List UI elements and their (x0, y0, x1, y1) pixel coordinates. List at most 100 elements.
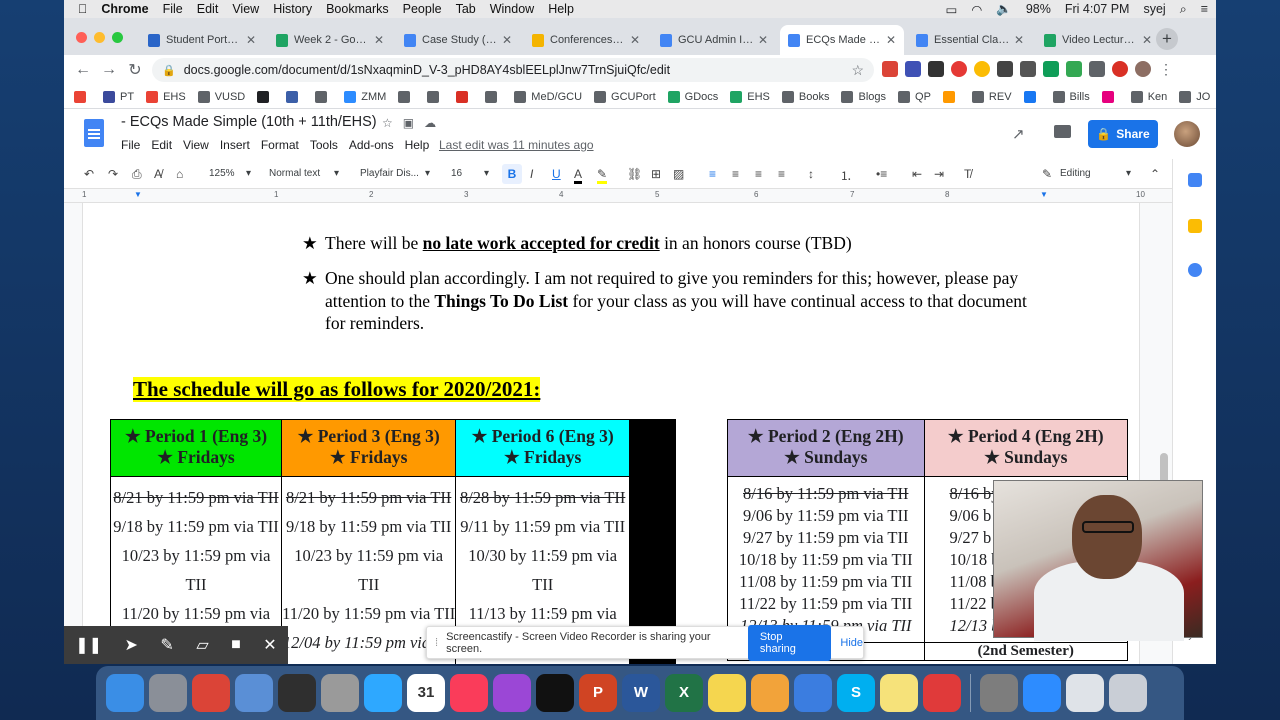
font-size-input[interactable]: 16 (451, 168, 462, 179)
docs-menu-insert[interactable]: Insert (220, 138, 250, 152)
close-tab-icon[interactable]: ✕ (886, 33, 896, 47)
style-select[interactable]: Normal text (269, 168, 320, 179)
menu-bookmarks[interactable]: Bookmarks (326, 2, 389, 16)
tab-8[interactable]: Video Lectures - Go ✕ (1036, 25, 1160, 55)
forward-icon[interactable]: → (96, 61, 122, 79)
recorder-icon[interactable] (923, 674, 961, 712)
webcam-overlay[interactable] (993, 480, 1203, 641)
link-icon[interactable]: ⛓ (627, 167, 642, 181)
bookmark-item[interactable] (1101, 90, 1119, 103)
bookmark-item[interactable]: Ken (1130, 90, 1167, 103)
excel-icon[interactable]: X (665, 674, 703, 712)
menu-edit[interactable]: Edit (197, 2, 219, 16)
star-icon[interactable]: ☆ (382, 116, 403, 130)
eraser-icon[interactable]: ▱ (196, 635, 208, 655)
align-left-icon[interactable]: ≡ (709, 167, 716, 181)
bookmark-item[interactable]: Blogs (841, 90, 886, 103)
photo-booth-icon[interactable] (278, 674, 316, 712)
drag-handle-icon[interactable]: ⁞ (435, 637, 438, 649)
battery-text[interactable]: 98% (1026, 2, 1051, 16)
skype-icon[interactable]: S (837, 674, 875, 712)
screen-icon[interactable]: ▭ (946, 2, 958, 17)
tab-7[interactable]: Essential Class Guid ✕ (908, 25, 1032, 55)
docs-menu-view[interactable]: View (183, 138, 209, 152)
extension-icon[interactable] (1066, 61, 1082, 77)
paint-format-icon[interactable]: ⌂ (176, 167, 183, 181)
extension-icon[interactable] (997, 61, 1013, 77)
bookmark-item[interactable]: EHS (730, 90, 770, 103)
trash-icon[interactable] (1109, 674, 1147, 712)
menu-help[interactable]: Help (548, 2, 574, 16)
address-bar[interactable]: 🔒 docs.google.com/document/d/1sNxaqminD_… (152, 58, 874, 82)
back-icon[interactable]: ← (70, 61, 96, 79)
bookmark-item[interactable] (1023, 90, 1041, 103)
pen-icon[interactable]: ✎ (160, 635, 173, 655)
calendar-icon[interactable] (1188, 173, 1202, 187)
bookmark-item[interactable]: GCUPort (594, 90, 656, 103)
move-folder-icon[interactable]: ▣ (403, 116, 424, 130)
decrease-indent-icon[interactable]: ⇤ (912, 167, 922, 181)
bookmark-item[interactable]: Books (781, 90, 829, 103)
numbered-list-icon[interactable]: ⒈ (840, 167, 852, 184)
bookmark-item[interactable]: REV (971, 90, 1012, 103)
close-icon[interactable]: ✕ (263, 635, 276, 655)
chevron-down-icon[interactable]: ▾ (425, 168, 430, 179)
extension-icon[interactable] (974, 61, 990, 77)
close-tab-icon[interactable]: ✕ (1014, 33, 1024, 47)
add-comment-icon[interactable]: ⊞ (651, 167, 661, 181)
system-preferences-icon[interactable] (980, 674, 1018, 712)
tab-5[interactable]: GCU Admin Info - Go ✕ (652, 25, 776, 55)
ruler[interactable]: 1 ▼ 1 2 3 4 5 6 7 8 ▼ 10 (64, 189, 1216, 203)
bookmark-item[interactable] (74, 90, 91, 103)
calendar-icon[interactable]: 31 (407, 674, 445, 712)
gmail-extension-icon[interactable] (882, 61, 898, 77)
left-indent-marker[interactable]: ▼ (134, 190, 142, 199)
extension-icon[interactable] (951, 61, 967, 77)
bookmark-item[interactable]: PT (103, 90, 134, 103)
zoom-select[interactable]: 125% (209, 168, 235, 179)
menu-people[interactable]: People (403, 2, 442, 16)
close-tab-icon[interactable]: ✕ (502, 33, 512, 47)
tab-2[interactable]: Week 2 - Google Driv ✕ (268, 25, 392, 55)
close-tab-icon[interactable]: ✕ (630, 33, 640, 47)
spellcheck-icon[interactable]: A̸ (154, 167, 162, 181)
tab-3[interactable]: Case Study (Real Wor ✕ (396, 25, 520, 55)
docs-menu-file[interactable]: File (121, 138, 140, 152)
app-menu[interactable]: Chrome (101, 2, 148, 16)
stickies-icon[interactable] (880, 674, 918, 712)
docs-menu-format[interactable]: Format (261, 138, 299, 152)
zoom-icon[interactable] (1023, 674, 1061, 712)
bookmark-star-icon[interactable]: ☆ (851, 62, 864, 79)
extension-icon[interactable] (905, 61, 921, 77)
wifi-icon[interactable]: ◠ (971, 2, 982, 17)
stop-sharing-button[interactable]: Stop sharing (747, 624, 832, 661)
align-right-icon[interactable]: ≡ (755, 167, 762, 181)
account-avatar[interactable] (1174, 121, 1200, 147)
clear-formatting-icon[interactable]: T̸ (964, 167, 971, 181)
docs-logo-icon[interactable] (84, 119, 104, 147)
screencastify-extension-icon[interactable] (1112, 61, 1128, 77)
bookmark-item[interactable] (257, 90, 274, 103)
italic-icon[interactable]: I (530, 167, 533, 181)
activity-dashboard-icon[interactable]: ↗ (1012, 125, 1025, 143)
url-text[interactable]: docs.google.com/document/d/1sNxaqminD_V-… (184, 63, 670, 77)
justify-icon[interactable]: ≡ (778, 167, 785, 181)
text-color-icon[interactable]: A (574, 167, 583, 184)
new-tab-button[interactable]: + (1156, 28, 1178, 50)
chevron-down-icon[interactable]: ▾ (334, 168, 339, 179)
hide-button[interactable]: Hide (840, 637, 863, 649)
bookmark-item[interactable]: ZMM (344, 90, 386, 103)
menu-view[interactable]: View (232, 2, 259, 16)
bookmark-item[interactable]: EHS (146, 90, 186, 103)
bold-icon[interactable]: B (502, 164, 522, 184)
bookmark-item[interactable]: MeD/GCU (514, 90, 582, 103)
line-spacing-icon[interactable]: ↕ (808, 167, 814, 181)
collapse-icon[interactable]: ⌃ (1150, 167, 1160, 181)
tab-1[interactable]: Student Portal | Hom ✕ (140, 25, 264, 55)
comment-history-icon[interactable] (1054, 125, 1071, 138)
word-icon[interactable]: W (622, 674, 660, 712)
close-tab-icon[interactable]: ✕ (1142, 33, 1152, 47)
bookmark-item[interactable] (398, 90, 415, 103)
bookmark-item[interactable] (485, 90, 502, 103)
chrome-menu-icon[interactable]: ⋮ (1158, 61, 1174, 77)
